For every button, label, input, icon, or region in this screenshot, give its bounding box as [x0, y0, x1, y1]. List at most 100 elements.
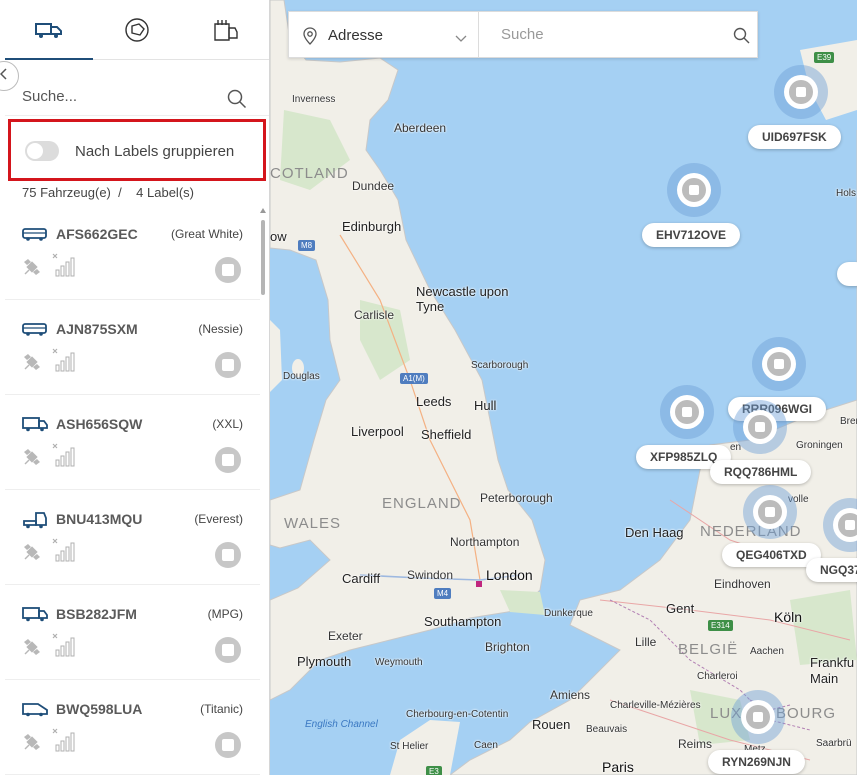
map-label-peterborough: Peterborough — [480, 491, 553, 505]
map-label-dundee: Dundee — [352, 179, 395, 193]
map-label-cardiff: Cardiff — [342, 571, 381, 586]
vehicle-plate-label[interactable]: NGQ37 — [806, 558, 857, 582]
map-label-bremerhaven: Bremerh — [840, 416, 857, 427]
vehicle-marker[interactable] — [667, 163, 721, 217]
truck-icon — [22, 416, 48, 437]
road-shield-e3: E3 — [426, 766, 442, 775]
map-label-scotland: COTLAND — [270, 165, 349, 182]
signal-strength-icon — [52, 728, 78, 757]
vehicle-marker[interactable] — [660, 385, 714, 439]
scroll-up-arrow[interactable] — [260, 208, 266, 213]
tractor-icon — [22, 511, 48, 534]
stopped-status-icon — [215, 257, 241, 283]
vehicle-plate: BWQ598LUA — [56, 701, 143, 717]
map-label-sheffield: Sheffield — [421, 427, 472, 442]
sidebar-search — [5, 60, 269, 116]
map-label-st-helier: St Helier — [390, 741, 429, 752]
map-label-amiens: Amiens — [550, 688, 591, 702]
vehicle-label-counts: 75 Fahrzeug(e) / 4 Label(s) — [22, 185, 194, 200]
map-label-glasgow: ow — [270, 229, 287, 244]
vehicle-search-input[interactable] — [22, 88, 222, 105]
map-label-aachen: Aachen — [750, 646, 784, 657]
vehicle-plate-label[interactable]: RQQ786HML — [710, 460, 812, 484]
vehicle-list-item[interactable]: BWQ598LUA (Titanic) — [5, 680, 260, 775]
map-label-southampton: Southampton — [424, 614, 502, 629]
vehicle-plate-label[interactable]: UID697FSK — [748, 125, 841, 149]
satellite-off-icon — [22, 447, 42, 472]
stopped-status-icon — [215, 542, 241, 568]
map-label-belgie: BELGIË — [678, 641, 739, 658]
satellite-off-icon — [22, 542, 42, 567]
vehicle-plate: AFS662GEC — [56, 226, 138, 242]
vehicle-plate-label[interactable]: QEG406TXD — [722, 543, 821, 567]
vehicle-marker[interactable] — [731, 690, 785, 744]
vehicle-plate-label[interactable]: RYN269NJN — [708, 750, 805, 774]
search-type-label: Adresse — [328, 27, 384, 44]
map-label-holstein: Hols — [836, 188, 857, 199]
map-label-inverness: Inverness — [292, 94, 336, 105]
map-label-england: ENGLAND — [382, 495, 462, 512]
map-label-carlisle: Carlisle — [354, 308, 395, 322]
tab-cargo[interactable] — [181, 0, 269, 59]
signal-strength-icon — [52, 633, 78, 662]
map-label-eindhoven: Eindhoven — [714, 577, 771, 591]
vehicle-list-item[interactable]: AJN875SXM (Nessie) — [5, 300, 260, 395]
vehicle-list-item[interactable]: BNU413MQU (Everest) — [5, 490, 260, 585]
group-by-labels-toggle[interactable] — [25, 141, 59, 161]
satellite-off-icon — [22, 637, 42, 662]
map-label-paris: Paris — [602, 759, 634, 775]
map-label-newcastle-1: Newcastle upon — [416, 284, 509, 299]
vehicle-list-scrollbar[interactable] — [260, 208, 266, 775]
map-label-scarborough: Scarborough — [471, 360, 529, 371]
tab-geofences[interactable] — [93, 0, 181, 59]
vehicle-plate-label[interactable]: EHV712OVE — [642, 223, 741, 247]
map-label-rouen: Rouen — [532, 717, 571, 732]
map-label-gent: Gent — [666, 601, 695, 616]
map-label-frankfurt-1: Frankfu — [810, 655, 855, 670]
stopped-status-icon — [215, 352, 241, 378]
vehicle-list-item[interactable]: BSB282JFM (MPG) — [5, 585, 260, 680]
vehicle-label: (XXL) — [212, 417, 243, 431]
search-type-dropdown[interactable]: Adresse — [289, 12, 479, 57]
signal-strength-icon — [52, 538, 78, 567]
signal-strength-icon — [52, 348, 78, 377]
vehicle-marker[interactable] — [774, 65, 828, 119]
map-label-brighton: Brighton — [485, 640, 530, 654]
vehicle-label-partial[interactable] — [837, 262, 857, 286]
vehicle-list-item[interactable]: AFS662GEC (Great White) — [5, 205, 260, 300]
map-label-edinburgh: Edinburgh — [342, 219, 402, 234]
truck-icon — [35, 21, 63, 39]
polygon-icon — [124, 17, 150, 42]
map-label-frankfurt-2: Main — [810, 671, 839, 686]
vehicle-marker[interactable] — [733, 400, 787, 454]
map-view[interactable]: Inverness Aberdeen COTLAND Dundee Edinbu… — [270, 0, 857, 775]
map-label-groningen: Groningen — [796, 440, 843, 451]
map-label-weymouth: Weymouth — [375, 657, 423, 668]
address-search-input[interactable] — [501, 26, 721, 43]
map-label-leeds: Leeds — [416, 394, 452, 409]
address-search-bar: Adresse — [288, 11, 758, 58]
road-shield-m4: M4 — [434, 588, 452, 599]
vehicle-marker[interactable] — [743, 485, 797, 539]
vehicle-marker[interactable] — [752, 337, 806, 391]
road-shield-a1m: A1(M) — [400, 373, 428, 384]
map-label-aberdeen: Aberdeen — [394, 121, 447, 135]
search-icon[interactable] — [733, 27, 750, 49]
map-label-hull: Hull — [474, 398, 497, 413]
map-label-northampton: Northampton — [450, 535, 520, 549]
map-label-caen: Caen — [474, 740, 498, 751]
location-pin-icon — [303, 27, 317, 50]
scroll-thumb[interactable] — [261, 220, 265, 295]
map-label-wales: WALES — [284, 515, 341, 532]
group-by-labels-highlight: Nach Labels gruppieren — [8, 119, 266, 181]
vehicle-list-item[interactable]: ASH656SQW (XXL) — [5, 395, 260, 490]
satellite-off-icon — [22, 732, 42, 757]
road-shield-e314: E314 — [708, 620, 733, 631]
cargo-tag-icon — [212, 18, 238, 42]
satellite-off-icon — [22, 352, 42, 377]
search-icon[interactable] — [227, 89, 247, 114]
map-label-koeln: Köln — [774, 609, 803, 625]
vehicle-plate: BSB282JFM — [56, 606, 137, 622]
chevron-down-icon — [455, 30, 467, 48]
tab-vehicles[interactable] — [5, 0, 93, 59]
